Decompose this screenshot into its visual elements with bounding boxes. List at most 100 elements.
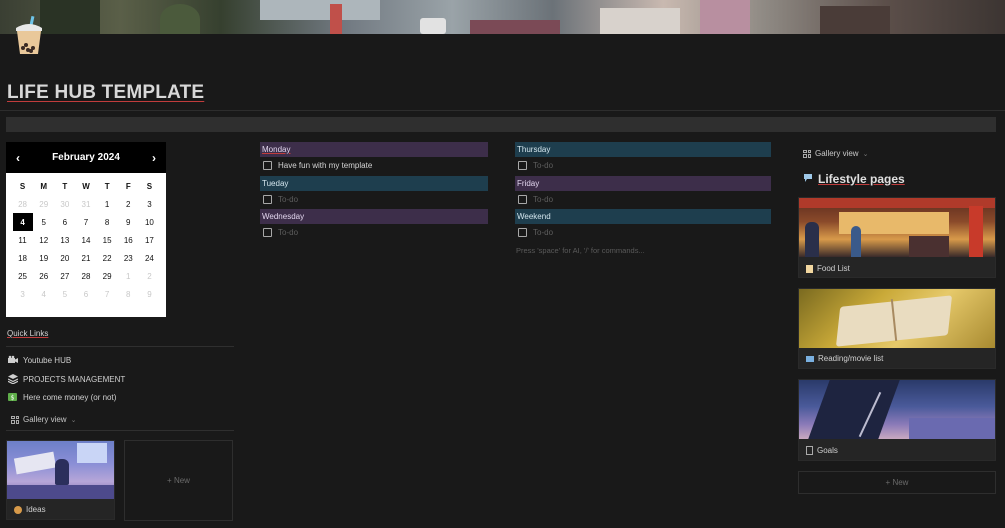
calendar-weekday: T <box>104 181 110 191</box>
link-money[interactable]: $ Here come money (or not) <box>8 392 116 402</box>
todo-thursday[interactable]: To-do <box>518 161 553 170</box>
gallery-card-ideas[interactable]: Ideas <box>6 440 115 520</box>
calendar-day[interactable]: 17 <box>139 231 160 249</box>
calendar-day[interactable]: 19 <box>33 249 54 267</box>
calendar-prev-button[interactable]: ‹ <box>16 151 20 165</box>
calendar-day[interactable]: 21 <box>75 249 96 267</box>
todo-placeholder[interactable]: To-do <box>278 195 298 204</box>
calendar-day[interactable]: 29 <box>97 267 118 285</box>
link-projects-management[interactable]: PROJECTS MANAGEMENT <box>7 374 125 385</box>
calendar-day[interactable]: 4 <box>12 213 33 231</box>
calendar-weekday: T <box>62 181 68 191</box>
todo-checkbox[interactable] <box>518 161 527 170</box>
todo-placeholder[interactable]: To-do <box>533 161 553 170</box>
calendar-day-outside-month[interactable]: 7 <box>97 285 118 303</box>
todo-placeholder[interactable]: To-do <box>533 195 553 204</box>
calendar-day[interactable]: 28 <box>75 267 96 285</box>
calendar-day[interactable]: 23 <box>118 249 139 267</box>
page-title: LIFE HUB TEMPLATE <box>7 82 205 103</box>
calendar-weekday: S <box>19 181 26 191</box>
todo-friday[interactable]: To-do <box>518 195 553 204</box>
calendar-day[interactable]: 20 <box>54 249 75 267</box>
book-icon <box>806 355 814 362</box>
calendar-day[interactable]: 5 <box>33 213 54 231</box>
bubble-tea-icon[interactable] <box>12 15 46 56</box>
editor-hint[interactable]: Press 'space' for AI, '/' for commands..… <box>516 246 645 255</box>
todo-tuesday[interactable]: To-do <box>263 195 298 204</box>
callout-bar[interactable] <box>6 117 996 132</box>
calendar-day-outside-month[interactable]: 6 <box>75 285 96 303</box>
card-title: Food List <box>817 264 850 273</box>
left-gallery-view-toggle[interactable]: Gallery view ⌄ <box>11 415 76 424</box>
video-camera-icon <box>8 355 18 365</box>
left-gallery-new-button[interactable]: + New <box>124 440 233 521</box>
gallery-card-reading-list[interactable]: Reading/movie list <box>798 288 996 369</box>
calendar-day-outside-month[interactable]: 30 <box>54 195 75 213</box>
calendar-day[interactable]: 27 <box>54 267 75 285</box>
right-gallery-new-button[interactable]: + New <box>798 471 996 494</box>
card-cover-image <box>799 198 995 257</box>
calendar-weekday: W <box>82 181 90 191</box>
calendar-day[interactable]: 6 <box>54 213 75 231</box>
gallery-divider <box>6 430 234 431</box>
calendar-day[interactable]: 25 <box>12 267 33 285</box>
right-gallery-view-toggle[interactable]: Gallery view ⌄ <box>803 149 868 158</box>
gallery-card-goals[interactable]: Goals <box>798 379 996 461</box>
day-heading-wednesday: Wednesday <box>260 209 488 224</box>
calendar-day[interactable]: 10 <box>139 213 160 231</box>
quick-links-divider <box>6 346 234 347</box>
todo-checkbox[interactable] <box>263 195 272 204</box>
calendar-day[interactable]: 14 <box>75 231 96 249</box>
calendar-day[interactable]: 16 <box>118 231 139 249</box>
gallery-card-food-list[interactable]: Food List <box>798 197 996 278</box>
calendar-day[interactable]: 1 <box>97 195 118 213</box>
todo-text[interactable]: Have fun with my template <box>278 161 372 170</box>
calendar-day-outside-month[interactable]: 1 <box>118 267 139 285</box>
calendar-day[interactable]: 15 <box>97 231 118 249</box>
todo-placeholder[interactable]: To-do <box>278 228 298 237</box>
todo-wednesday[interactable]: To-do <box>263 228 298 237</box>
calendar-day-outside-month[interactable]: 31 <box>75 195 96 213</box>
todo-placeholder[interactable]: To-do <box>533 228 553 237</box>
calendar-day-outside-month[interactable]: 28 <box>12 195 33 213</box>
card-title: Reading/movie list <box>818 354 884 363</box>
calendar-day[interactable]: 22 <box>97 249 118 267</box>
calendar-day[interactable]: 9 <box>118 213 139 231</box>
calendar-day[interactable]: 3 <box>139 195 160 213</box>
calendar-day-outside-month[interactable]: 8 <box>118 285 139 303</box>
day-name: Monday <box>262 145 291 154</box>
calendar-grid: S M T W T F S 28 29 30 31 1 2 3 4 5 6 7 8 9 10 11 12 13 14 15 16 17… <box>6 173 166 303</box>
day-heading-weekend: Weekend <box>515 209 771 224</box>
calendar-day[interactable]: 26 <box>33 267 54 285</box>
cover-image <box>0 0 1005 34</box>
calendar-day-outside-month[interactable]: 3 <box>12 285 33 303</box>
chevron-down-icon: ⌄ <box>862 150 869 158</box>
todo-monday[interactable]: Have fun with my template <box>263 161 372 170</box>
link-youtube-hub[interactable]: Youtube HUB <box>8 355 71 365</box>
calendar-day[interactable]: 18 <box>12 249 33 267</box>
calendar-day-outside-month[interactable]: 4 <box>33 285 54 303</box>
todo-checkbox[interactable] <box>518 228 527 237</box>
card-label-row: Goals <box>806 446 838 455</box>
quick-links-heading: Quick Links <box>7 329 49 338</box>
todo-checkbox[interactable] <box>263 161 272 170</box>
card-cover-image <box>799 289 995 348</box>
calendar-day[interactable]: 12 <box>33 231 54 249</box>
note-icon <box>806 264 813 273</box>
money-icon: $ <box>8 392 18 402</box>
calendar-next-button[interactable]: › <box>152 151 156 165</box>
calendar-day-outside-month[interactable]: 5 <box>54 285 75 303</box>
calendar-day[interactable]: 11 <box>12 231 33 249</box>
calendar-day[interactable]: 2 <box>118 195 139 213</box>
calendar-day[interactable]: 24 <box>139 249 160 267</box>
calendar-day[interactable]: 13 <box>54 231 75 249</box>
calendar-day-outside-month[interactable]: 9 <box>139 285 160 303</box>
calendar-day[interactable]: 8 <box>97 213 118 231</box>
calendar-day-outside-month[interactable]: 2 <box>139 267 160 285</box>
todo-weekend[interactable]: To-do <box>518 228 553 237</box>
calendar-day[interactable]: 7 <box>75 213 96 231</box>
todo-checkbox[interactable] <box>263 228 272 237</box>
gallery-grid-icon <box>11 415 19 424</box>
todo-checkbox[interactable] <box>518 195 527 204</box>
calendar-day-outside-month[interactable]: 29 <box>33 195 54 213</box>
